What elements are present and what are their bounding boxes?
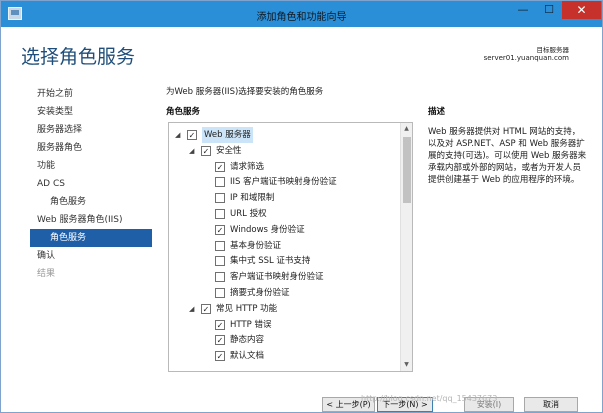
tree-item-default-document[interactable]: 默认文档: [169, 348, 401, 364]
tree-item-label: Web 服务器: [202, 127, 253, 143]
wizard-window: 添加角色和功能向导 — ☐ ✕ 选择角色服务 目标服务器 server01.yu…: [0, 0, 603, 413]
tree-item-label: 基本身份验证: [230, 240, 282, 251]
tree-item-label: 客户端证书映射身份验证: [230, 272, 324, 283]
tree-item-label: 摘要式身份验证: [230, 288, 290, 298]
tree-item-label: 常见 HTTP 功能: [216, 303, 278, 314]
nav-item-server-selection[interactable]: 服务器选择: [30, 121, 152, 139]
security-checkbox[interactable]: [201, 145, 211, 156]
tree-item-label: HTTP 错误: [230, 319, 272, 330]
tree-item-security[interactable]: ◢ 安全性: [169, 143, 401, 159]
tree-item-digest-auth[interactable]: 摘要式身份验证: [169, 285, 401, 301]
tree-item-label: 安全性: [216, 145, 242, 156]
expand-arrow-icon[interactable]: ◢: [189, 143, 197, 159]
page-title: 选择角色服务: [21, 46, 136, 68]
tree-item-label: URL 授权: [230, 209, 267, 219]
tree-item-iis-client-cert-auth[interactable]: IIS 客户端证书映射身份验证: [169, 174, 401, 190]
wizard-nav: 开始之前 安装类型 服务器选择 服务器角色 功能 AD CS 角色服务 Web …: [30, 85, 152, 283]
maximize-button[interactable]: ☐: [536, 1, 562, 19]
tree-item-basic-auth[interactable]: 基本身份验证: [169, 238, 401, 254]
nav-item-ad-cs-role-services[interactable]: 角色服务: [30, 193, 152, 211]
scroll-up-arrow-icon[interactable]: ▲: [401, 123, 412, 135]
client-cert-auth-checkbox[interactable]: [215, 272, 225, 283]
ip-domain-restrictions-checkbox[interactable]: [215, 193, 225, 204]
expand-arrow-icon[interactable]: ◢: [175, 127, 183, 143]
tree-item-static-content[interactable]: 静态内容: [169, 332, 401, 348]
target-server-label: 目标服务器: [536, 46, 570, 54]
nav-item-before-you-begin[interactable]: 开始之前: [30, 85, 152, 103]
tree-item-centralized-ssl[interactable]: 集中式 SSL 证书支持: [169, 253, 401, 269]
tree-item-label: Windows 身份验证: [230, 224, 305, 235]
tree-item-label: 静态内容: [230, 335, 265, 346]
watermark-text: http://blog.csdn.net/qq_15437673: [361, 394, 498, 403]
tree-item-web-server[interactable]: ◢ Web 服务器: [169, 127, 401, 143]
tree-item-label: 默认文档: [230, 351, 265, 362]
tree-item-label: IP 和域限制: [230, 193, 275, 204]
role-services-tree[interactable]: ◢ Web 服务器 ◢ 安全性请求筛选 IIS 客户端证书映射身份验证 IP 和域限制 UR…: [168, 122, 413, 372]
common-http-features-checkbox[interactable]: [201, 303, 211, 314]
windows-auth-checkbox[interactable]: [215, 224, 225, 235]
close-button[interactable]: ✕: [562, 1, 601, 19]
nav-item-iis-role-services[interactable]: 角色服务: [30, 229, 152, 247]
iis-client-cert-auth-checkbox[interactable]: [215, 177, 225, 188]
tree-item-windows-auth[interactable]: Windows 身份验证: [169, 222, 401, 238]
tree-item-ip-domain-restrictions[interactable]: IP 和域限制: [169, 190, 401, 206]
tree-item-label: 请求筛选: [230, 161, 265, 172]
static-content-checkbox[interactable]: [215, 335, 225, 346]
tree-item-url-authorization[interactable]: URL 授权: [169, 206, 401, 222]
target-server-name: server01.yuanquan.com: [483, 54, 569, 62]
description-text: Web 服务器提供对 HTML 网站的支持，以及对 ASP.NET、ASP 和 …: [428, 127, 587, 185]
digest-auth-checkbox[interactable]: [215, 288, 225, 298]
title-bar: 添加角色和功能向导 — ☐ ✕: [1, 1, 602, 27]
scrollbar-thumb[interactable]: [403, 137, 411, 203]
default-document-checkbox[interactable]: [215, 351, 225, 362]
nav-item-installation-type[interactable]: 安装类型: [30, 103, 152, 121]
tree-item-label: 集中式 SSL 证书支持: [230, 256, 311, 267]
nav-item-results: 结果: [37, 269, 56, 279]
nav-item-server-roles[interactable]: 服务器角色: [30, 139, 152, 157]
tree-item-request-filtering[interactable]: 请求筛选: [169, 159, 401, 175]
minimize-button[interactable]: —: [510, 1, 536, 19]
request-filtering-checkbox[interactable]: [215, 161, 225, 172]
expand-arrow-icon[interactable]: ◢: [189, 301, 197, 317]
url-authorization-checkbox[interactable]: [215, 209, 225, 219]
cancel-button[interactable]: 取消: [524, 397, 578, 412]
basic-auth-checkbox[interactable]: [215, 240, 225, 251]
role-services-heading: 角色服务: [166, 107, 201, 117]
tree-item-common-http-features[interactable]: ◢ 常见 HTTP 功能: [169, 301, 401, 317]
nav-item-features[interactable]: 功能: [30, 157, 152, 175]
web-server-checkbox[interactable]: [187, 130, 197, 140]
nav-item-ad-cs[interactable]: AD CS: [30, 175, 152, 193]
tree-item-label: IIS 客户端证书映射身份验证: [230, 177, 337, 188]
nav-item-web-server-role[interactable]: Web 服务器角色(IIS): [30, 211, 152, 229]
instruction-text: 为Web 服务器(IIS)选择要安装的角色服务: [166, 87, 324, 97]
tree-scrollbar[interactable]: ▲ ▼: [400, 123, 412, 371]
tree-item-http-errors[interactable]: HTTP 错误: [169, 317, 401, 333]
centralized-ssl-checkbox[interactable]: [215, 256, 225, 267]
description-heading: 描述: [428, 107, 446, 117]
scroll-down-arrow-icon[interactable]: ▼: [401, 359, 412, 371]
http-errors-checkbox[interactable]: [215, 319, 225, 330]
tree-item-client-cert-auth[interactable]: 客户端证书映射身份验证: [169, 269, 401, 285]
nav-item-confirmation[interactable]: 确认: [30, 247, 152, 265]
